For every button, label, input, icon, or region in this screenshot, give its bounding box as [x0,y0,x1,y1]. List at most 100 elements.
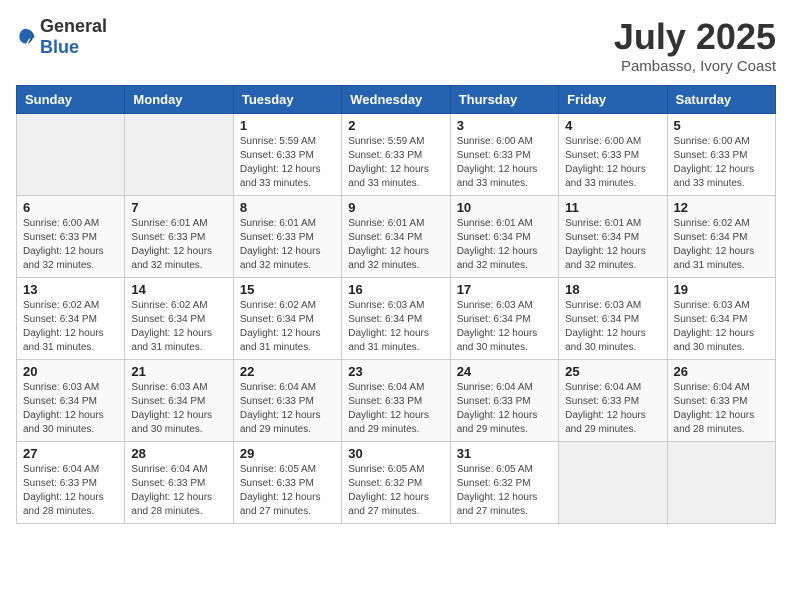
week-row-3: 13Sunrise: 6:02 AM Sunset: 6:34 PM Dayli… [17,278,776,360]
day-number: 5 [674,118,769,133]
day-number: 29 [240,446,335,461]
day-cell: 25 Sunrise: 6:04 AM Sunset: 6:33 PM Dayli… [559,360,667,442]
day-cell: 2 Sunrise: 5:59 AM Sunset: 6:33 PM Daylig… [342,114,450,196]
day-number: 24 [457,364,552,379]
day-cell: 18 Sunrise: 6:03 AM Sunset: 6:34 PM Dayli… [559,278,667,360]
day-cell: 5 Sunrise: 6:00 AM Sunset: 6:33 PM Daylig… [667,114,775,196]
day-info: Sunrise: 6:03 AM Sunset: 6:34 PM Dayligh… [565,299,660,355]
weekday-header-sunday: Sunday [17,86,125,114]
day-cell: 15 Sunrise: 6:02 AM Sunset: 6:34 PM Dayli… [233,278,341,360]
day-info: Sunrise: 6:02 AM Sunset: 6:34 PM Dayligh… [674,217,769,273]
day-cell: 17 Sunrise: 6:03 AM Sunset: 6:34 PM Dayli… [450,278,558,360]
day-number: 16 [348,282,443,297]
weekday-header-monday: Monday [125,86,233,114]
day-info: Sunrise: 6:01 AM Sunset: 6:33 PM Dayligh… [131,217,226,273]
day-info: Sunrise: 6:01 AM Sunset: 6:33 PM Dayligh… [240,217,335,273]
week-row-5: 27 Sunrise: 6:04 AM Sunset: 6:33 PM Dayli… [17,442,776,524]
day-cell: 22Sunrise: 6:04 AM Sunset: 6:33 PM Dayli… [233,360,341,442]
logo-text: General Blue [40,16,107,58]
day-cell: 4 Sunrise: 6:00 AM Sunset: 6:33 PM Daylig… [559,114,667,196]
day-number: 20 [23,364,118,379]
day-cell: 6 Sunrise: 6:00 AM Sunset: 6:33 PM Daylig… [17,196,125,278]
day-cell: 28 Sunrise: 6:04 AM Sunset: 6:33 PM Dayli… [125,442,233,524]
calendar-table: SundayMondayTuesdayWednesdayThursdayFrid… [16,85,776,524]
day-cell: 27 Sunrise: 6:04 AM Sunset: 6:33 PM Dayli… [17,442,125,524]
week-row-1: 1 Sunrise: 5:59 AM Sunset: 6:33 PM Daylig… [17,114,776,196]
title-area: July 2025 Pambasso, Ivory Coast [614,16,776,75]
day-info: Sunrise: 6:04 AM Sunset: 6:33 PM Dayligh… [565,381,660,437]
day-cell: 10Sunrise: 6:01 AM Sunset: 6:34 PM Dayli… [450,196,558,278]
day-number: 11 [565,200,660,215]
week-row-4: 20 Sunrise: 6:03 AM Sunset: 6:34 PM Dayli… [17,360,776,442]
day-info: Sunrise: 6:02 AM Sunset: 6:34 PM Dayligh… [240,299,335,355]
day-cell [559,442,667,524]
day-number: 14 [131,282,226,297]
day-cell: 7 Sunrise: 6:01 AM Sunset: 6:33 PM Daylig… [125,196,233,278]
day-cell: 14Sunrise: 6:02 AM Sunset: 6:34 PM Dayli… [125,278,233,360]
day-cell: 24 Sunrise: 6:04 AM Sunset: 6:33 PM Dayli… [450,360,558,442]
day-cell [667,442,775,524]
day-number: 17 [457,282,552,297]
day-info: Sunrise: 6:01 AM Sunset: 6:34 PM Dayligh… [565,217,660,273]
day-info: Sunrise: 6:04 AM Sunset: 6:33 PM Dayligh… [457,381,552,437]
day-cell: 31Sunrise: 6:05 AM Sunset: 6:32 PM Dayli… [450,442,558,524]
day-info: Sunrise: 5:59 AM Sunset: 6:33 PM Dayligh… [348,135,443,191]
day-info: Sunrise: 6:03 AM Sunset: 6:34 PM Dayligh… [457,299,552,355]
day-number: 19 [674,282,769,297]
day-number: 4 [565,118,660,133]
day-number: 12 [674,200,769,215]
day-info: Sunrise: 6:00 AM Sunset: 6:33 PM Dayligh… [565,135,660,191]
day-cell: 9Sunrise: 6:01 AM Sunset: 6:34 PM Daylig… [342,196,450,278]
day-cell [17,114,125,196]
day-number: 18 [565,282,660,297]
weekday-header-friday: Friday [559,86,667,114]
day-cell: 3 Sunrise: 6:00 AM Sunset: 6:33 PM Daylig… [450,114,558,196]
day-info: Sunrise: 6:04 AM Sunset: 6:33 PM Dayligh… [131,463,226,519]
day-info: Sunrise: 6:05 AM Sunset: 6:33 PM Dayligh… [240,463,335,519]
day-info: Sunrise: 6:04 AM Sunset: 6:33 PM Dayligh… [23,463,118,519]
day-cell: 12 Sunrise: 6:02 AM Sunset: 6:34 PM Dayli… [667,196,775,278]
week-row-2: 6 Sunrise: 6:00 AM Sunset: 6:33 PM Daylig… [17,196,776,278]
weekday-header-row: SundayMondayTuesdayWednesdayThursdayFrid… [17,86,776,114]
day-cell: 13Sunrise: 6:02 AM Sunset: 6:34 PM Dayli… [17,278,125,360]
weekday-header-wednesday: Wednesday [342,86,450,114]
day-info: Sunrise: 6:03 AM Sunset: 6:34 PM Dayligh… [23,381,118,437]
day-info: Sunrise: 6:02 AM Sunset: 6:34 PM Dayligh… [23,299,118,355]
logo: General Blue [16,16,107,58]
day-cell [125,114,233,196]
day-number: 21 [131,364,226,379]
weekday-header-saturday: Saturday [667,86,775,114]
weekday-header-thursday: Thursday [450,86,558,114]
day-number: 3 [457,118,552,133]
logo-icon [16,27,36,47]
day-number: 27 [23,446,118,461]
day-number: 31 [457,446,552,461]
day-cell: 11 Sunrise: 6:01 AM Sunset: 6:34 PM Dayli… [559,196,667,278]
day-info: Sunrise: 6:00 AM Sunset: 6:33 PM Dayligh… [457,135,552,191]
location-title: Pambasso, Ivory Coast [614,58,776,75]
day-info: Sunrise: 6:01 AM Sunset: 6:34 PM Dayligh… [457,217,552,273]
day-cell: 1Sunrise: 5:59 AM Sunset: 6:33 PM Daylig… [233,114,341,196]
day-cell: 30Sunrise: 6:05 AM Sunset: 6:32 PM Dayli… [342,442,450,524]
day-number: 9 [348,200,443,215]
day-info: Sunrise: 6:00 AM Sunset: 6:33 PM Dayligh… [674,135,769,191]
day-number: 2 [348,118,443,133]
day-info: Sunrise: 6:00 AM Sunset: 6:33 PM Dayligh… [23,217,118,273]
day-number: 1 [240,118,335,133]
day-cell: 21 Sunrise: 6:03 AM Sunset: 6:34 PM Dayli… [125,360,233,442]
day-info: Sunrise: 6:03 AM Sunset: 6:34 PM Dayligh… [131,381,226,437]
day-number: 7 [131,200,226,215]
day-number: 25 [565,364,660,379]
day-number: 15 [240,282,335,297]
month-title: July 2025 [614,16,776,58]
logo-blue: Blue [40,37,79,57]
day-cell: 26Sunrise: 6:04 AM Sunset: 6:33 PM Dayli… [667,360,775,442]
day-info: Sunrise: 6:04 AM Sunset: 6:33 PM Dayligh… [674,381,769,437]
day-info: Sunrise: 6:04 AM Sunset: 6:33 PM Dayligh… [240,381,335,437]
day-cell: 23Sunrise: 6:04 AM Sunset: 6:33 PM Dayli… [342,360,450,442]
logo-general: General [40,16,107,36]
day-number: 28 [131,446,226,461]
day-cell: 8Sunrise: 6:01 AM Sunset: 6:33 PM Daylig… [233,196,341,278]
day-number: 6 [23,200,118,215]
day-cell: 19Sunrise: 6:03 AM Sunset: 6:34 PM Dayli… [667,278,775,360]
